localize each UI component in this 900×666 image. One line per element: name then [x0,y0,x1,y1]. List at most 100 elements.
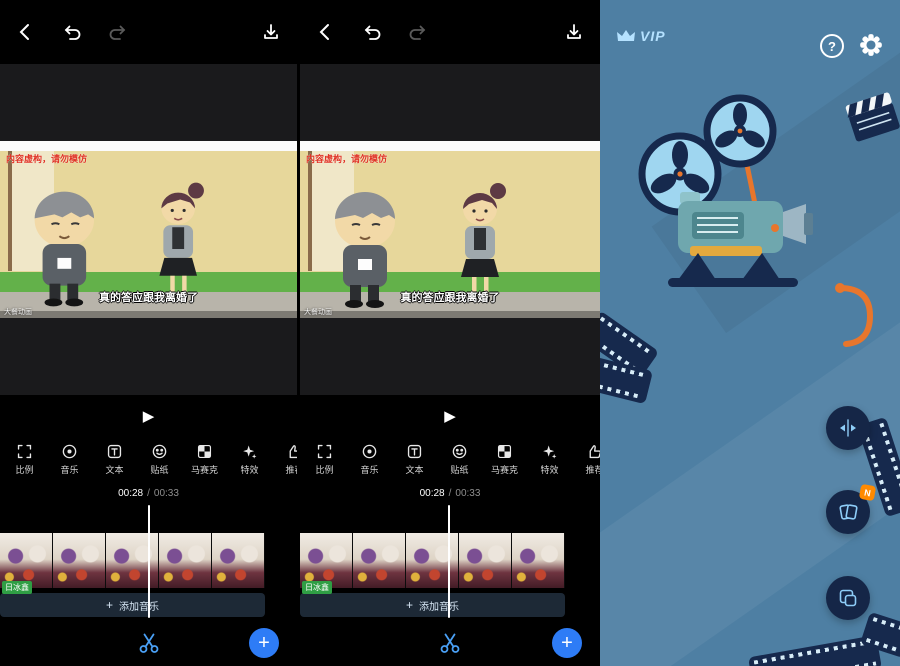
tool-label: 贴纸 [150,463,168,476]
timeline-frame [459,533,512,588]
video-preview[interactable]: 内容虚构，请勿模仿 真的答应跟我离婚了 大餐动画 [300,64,600,395]
subtitle-text: 真的答应跟我离婚了 [0,289,297,305]
subtitle-text: 真的答应跟我离婚了 [300,289,600,305]
templates-button[interactable]: N [826,490,870,534]
tool-label: 比例 [315,463,333,476]
undo-icon[interactable] [362,22,382,42]
tool-recommend[interactable]: 推荐 [272,437,297,482]
timeline-zone: 日冰鑫 + 添加音乐 [0,505,297,620]
timeline-frame [212,533,265,588]
cartoon-scene: 内容虚构，请勿模仿 真的答应跟我离婚了 大餐动画 [300,151,600,318]
tool-bar: 比例 音乐 文本 贴纸 马赛克 特效 推荐 [0,437,297,482]
tool-bar: 比例 音乐 文本 贴纸 马赛克 特效 推荐 [300,437,600,482]
play-row: ▶ [300,395,600,437]
disclaimer-text: 内容虚构，请勿模仿 [306,152,387,165]
tool-mosaic[interactable]: 马赛克 [482,437,527,482]
redo-icon[interactable] [108,22,128,42]
editor-bottombar: + [0,620,297,666]
help-button[interactable]: ? [820,34,844,58]
tool-mosaic[interactable]: 马赛克 [182,437,227,482]
time-current: 00:28 [420,488,445,499]
editor-topbar [300,0,600,64]
tool-music[interactable]: 音乐 [347,437,392,482]
settings-button[interactable] [858,32,884,58]
gear-icon [858,32,884,58]
cut-scissors-icon[interactable] [438,631,462,655]
tool-text[interactable]: 文本 [392,437,437,482]
add-music-button[interactable]: + 添加音乐 [300,593,565,617]
timeline-track[interactable] [300,533,565,588]
tool-label: 文本 [405,463,423,476]
editor-bottombar: + [300,620,600,666]
tool-effects[interactable]: 特效 [527,437,572,482]
tool-ratio[interactable]: 比例 [2,437,47,482]
question-icon: ? [828,39,836,54]
home-panel: VIP ? [600,0,900,666]
play-button[interactable]: ▶ [444,407,456,425]
play-button[interactable]: ▶ [143,407,155,425]
tool-label: 比例 [15,463,33,476]
watermark-text: 大餐动画 [304,307,332,317]
vip-badge[interactable]: VIP [616,28,666,44]
playhead[interactable] [148,505,150,618]
playhead[interactable] [448,505,450,618]
time-separator: / [449,488,452,499]
cut-scissors-icon[interactable] [137,631,161,655]
export-icon[interactable] [261,22,281,42]
auto-edit-button[interactable] [826,406,870,450]
cards-icon [837,501,859,523]
video-frame: 内容虚构，请勿模仿 真的答应跟我离婚了 大餐动画 [300,141,600,318]
play-row: ▶ [0,395,297,437]
tool-label: 贴纸 [450,463,468,476]
tool-label: 文本 [105,463,123,476]
time-separator: / [147,488,150,499]
plus-icon: + [406,598,413,612]
tool-label: 音乐 [360,463,378,476]
back-icon[interactable] [316,22,336,42]
add-clip-button[interactable]: + [552,628,582,658]
editor-panel-2: 内容虚构，请勿模仿 真的答应跟我离婚了 大餐动画 ▶ 比例 音乐 文本 贴纸 马… [300,0,600,666]
back-icon[interactable] [16,22,36,42]
tool-sticker[interactable]: 贴纸 [137,437,182,482]
time-indicator: 00:28 / 00:33 [300,482,600,505]
plus-icon: + [106,598,113,612]
timeline-track[interactable] [0,533,265,588]
add-music-button[interactable]: + 添加音乐 [0,593,265,617]
tool-label: 马赛克 [191,463,218,476]
tool-label: 特效 [540,463,558,476]
export-icon[interactable] [564,22,584,42]
time-current: 00:28 [118,488,143,499]
time-total: 00:33 [154,488,179,499]
vip-label: VIP [640,28,666,44]
tool-label: 推荐 [285,463,297,476]
timeline-frame [300,533,353,588]
add-music-label: 添加音乐 [119,598,159,613]
time-total: 00:33 [455,488,480,499]
timeline-frame [106,533,159,588]
tool-music[interactable]: 音乐 [47,437,92,482]
editor-topbar [0,0,297,64]
timeline-frame [159,533,212,588]
editor-panel-1: 内容虚构，请勿模仿 真的答应跟我离婚了 大餐动画 ▶ 比例 音乐 文本 贴纸 马… [0,0,300,666]
timeline-frame-tag: 日冰鑫 [302,581,332,594]
gallery-button[interactable] [826,576,870,620]
watermark-text: 大餐动画 [4,307,32,317]
redo-icon[interactable] [408,22,428,42]
cable-illustration [832,282,882,352]
tool-effects[interactable]: 特效 [227,437,272,482]
time-indicator: 00:28 / 00:33 [0,482,297,505]
timeline-frame [406,533,459,588]
tool-recommend[interactable]: 推荐 [572,437,600,482]
tool-ratio[interactable]: 比例 [302,437,347,482]
add-clip-button[interactable]: + [249,628,279,658]
undo-icon[interactable] [62,22,82,42]
timeline-frame [0,533,53,588]
tool-sticker[interactable]: 贴纸 [437,437,482,482]
disclaimer-text: 内容虚构，请勿模仿 [6,152,87,165]
tool-text[interactable]: 文本 [92,437,137,482]
timeline-frame [53,533,106,588]
video-preview[interactable]: 内容虚构，请勿模仿 真的答应跟我离婚了 大餐动画 [0,64,297,395]
new-badge: N [859,484,876,501]
tool-label: 马赛克 [491,463,518,476]
add-music-label: 添加音乐 [419,598,459,613]
